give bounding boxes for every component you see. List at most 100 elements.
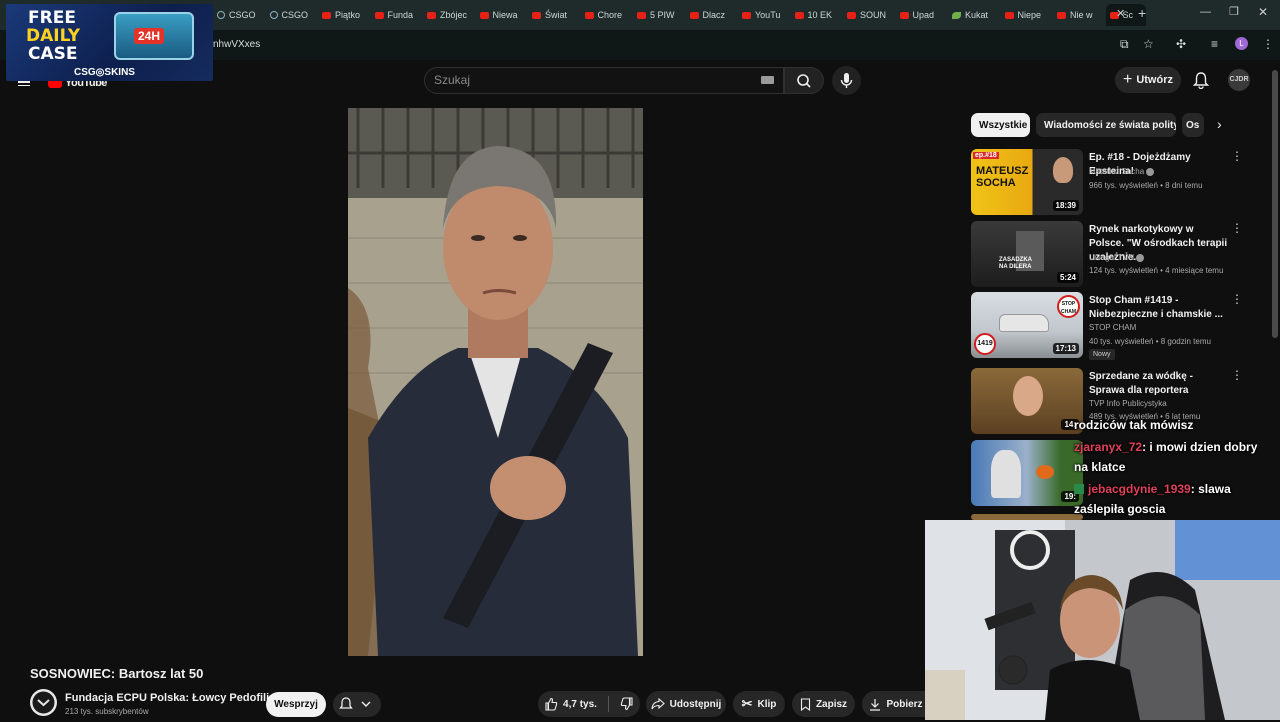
browser-tab[interactable]: Nie w: [1053, 4, 1105, 26]
browser-tab[interactable]: Kukat: [948, 4, 1000, 26]
share-button[interactable]: Udostępnij: [646, 691, 726, 717]
browser-tab[interactable]: Funda: [371, 4, 423, 26]
plus-icon: +: [1122, 71, 1133, 88]
browser-tab[interactable]: YouTu: [738, 4, 790, 26]
keyboard-icon[interactable]: [761, 76, 774, 84]
youtube-favicon-icon: [637, 11, 646, 19]
verified-icon: [1146, 167, 1155, 176]
recommendation-meta: 40 tys. wyświetleń • 8 godzin temu: [1089, 337, 1211, 346]
browser-tab[interactable]: CSGO: [266, 4, 318, 26]
download-icon: [870, 698, 881, 711]
channel-avatar[interactable]: [30, 689, 57, 716]
leaf-favicon-icon: [952, 11, 961, 19]
close-window-icon[interactable]: ✕: [1258, 5, 1268, 19]
ad-brand: CSG◎SKINS: [74, 67, 135, 78]
recommendation-item[interactable]: ZASADZKA NA DILERA 5:24 Rynek narkotykow…: [971, 221, 1261, 287]
recommendation-item[interactable]: ep.#18 MATEUSZ SOCHA 18:39 Ep. #18 - Doj…: [971, 149, 1261, 215]
subscription-bell-button[interactable]: [333, 692, 381, 717]
chat-message: : i mowi dzien dobry: [1142, 440, 1258, 454]
youtube-favicon-icon: [899, 11, 909, 19]
install-app-icon[interactable]: ⧉: [1120, 37, 1129, 52]
create-button[interactable]: + Utwórz: [1115, 67, 1181, 93]
close-tab-icon[interactable]: ✕: [1116, 7, 1125, 20]
recommendation-meta: 124 tys. wyświetleń • 4 miesiące temu: [1089, 266, 1224, 275]
youtube-favicon-icon: [427, 11, 436, 19]
browser-tab[interactable]: Niewa: [476, 4, 528, 26]
channel-logo-icon: [32, 691, 55, 714]
video-thumbnail[interactable]: ZASADZKA NA DILERA 5:24: [971, 221, 1083, 287]
browser-tab[interactable]: 5 PIW: [633, 4, 685, 26]
browser-tab[interactable]: SOUN: [843, 4, 895, 26]
browser-tab[interactable]: Dlacz: [686, 4, 738, 26]
chip-all[interactable]: Wszystkie: [971, 113, 1030, 137]
youtube-favicon-icon: [794, 11, 804, 19]
page-scrollbar[interactable]: [1272, 70, 1278, 338]
recommendation-title[interactable]: Stop Cham #1419 - Niebezpieczne i chamsk…: [1089, 294, 1229, 322]
search-input[interactable]: [424, 67, 784, 94]
thumb-text: ZASADZKA NA DILERA: [999, 257, 1032, 270]
video-player[interactable]: [348, 108, 643, 656]
like-button[interactable]: 4,7 tys.: [538, 691, 640, 717]
tab-label: CSGO: [229, 10, 256, 20]
browser-tab[interactable]: Zbójec: [423, 4, 475, 26]
globe-favicon-icon: [217, 11, 225, 19]
more-actions-icon[interactable]: ⋮: [1231, 222, 1243, 234]
tab-label: Niewa: [492, 10, 518, 20]
youtube-favicon-icon: [847, 11, 856, 19]
more-actions-icon[interactable]: ⋮: [1231, 293, 1243, 305]
chat-line: rodziców tak mówisz: [1074, 418, 1193, 432]
channel-label[interactable]: STOP CHAM: [1089, 323, 1136, 332]
browser-tab[interactable]: Upad: [896, 4, 948, 26]
browser-tab[interactable]: CSGO: [213, 4, 265, 26]
thumb-person: [1013, 376, 1043, 416]
download-button[interactable]: Pobierz: [862, 691, 930, 717]
browser-tab[interactable]: Piątko: [318, 4, 370, 26]
profile-avatar[interactable]: L: [1235, 37, 1248, 50]
thumbs-down-icon[interactable]: [620, 697, 634, 711]
browser-tab[interactable]: Świat: [528, 4, 580, 26]
tab-label: 5 PIW: [650, 10, 675, 20]
tab-label: Dlacz: [702, 10, 726, 20]
notifications-bell-icon[interactable]: [1193, 72, 1209, 89]
more-actions-icon[interactable]: ⋮: [1231, 369, 1243, 381]
minimize-icon[interactable]: —: [1200, 6, 1211, 18]
maximize-icon[interactable]: ❐: [1229, 5, 1239, 18]
webcam-frame: [925, 520, 1280, 720]
chip-politics-news[interactable]: Wiadomości ze świata polityki: [1036, 113, 1176, 137]
chevron-right-icon[interactable]: ›: [1217, 116, 1222, 132]
browser-tab[interactable]: Chore: [581, 4, 633, 26]
chip-more[interactable]: Os: [1182, 113, 1204, 137]
url-text[interactable]: nhwVXxes: [213, 39, 260, 50]
save-button[interactable]: Zapisz: [792, 691, 855, 717]
video-thumbnail[interactable]: 1419 STOP CHAM 17:13: [971, 292, 1083, 358]
browser-tab[interactable]: Niepe: [1001, 4, 1053, 26]
extensions-icon[interactable]: ✣: [1176, 37, 1186, 51]
more-actions-icon[interactable]: ⋮: [1231, 150, 1243, 162]
voice-search-button[interactable]: [832, 66, 861, 95]
search-button[interactable]: [784, 67, 824, 94]
recommendation-title[interactable]: Sprzedane za wódkę - Sprawa dla reporter…: [1089, 370, 1229, 398]
channel-label[interactable]: Uwaga! TVN: [1089, 253, 1134, 262]
globe-favicon-icon: [269, 11, 278, 19]
youtube-favicon-icon: [479, 11, 489, 19]
recommendation-channel: TVP Info Publicystyka: [1089, 399, 1167, 408]
clip-button[interactable]: ✂ Klip: [733, 691, 785, 717]
recommendation-item[interactable]: 1419 STOP CHAM 17:13 Stop Cham #1419 - N…: [971, 292, 1261, 360]
video-thumbnail[interactable]: ep.#18 MATEUSZ SOCHA 18:39: [971, 149, 1083, 215]
new-tab-icon[interactable]: +: [1138, 5, 1146, 21]
ad-line3: CASE: [28, 44, 78, 64]
account-avatar[interactable]: CJDR: [1228, 69, 1250, 91]
csgoskins-ad-overlay[interactable]: FREE DAILY CASE 24H CSG◎SKINS: [6, 4, 213, 81]
media-controls-icon[interactable]: ≡: [1211, 37, 1218, 51]
case-image: 24H: [114, 12, 194, 60]
support-button[interactable]: Wesprzyj: [266, 692, 326, 717]
recommendation-channel: Uwaga! TVN: [1089, 253, 1145, 262]
ad-line1: FREE: [28, 8, 76, 28]
share-label: Udostępnij: [669, 698, 722, 710]
bookmark-star-icon[interactable]: ☆: [1143, 37, 1154, 51]
channel-name[interactable]: Fundacja ECPU Polska: Łowcy Pedofili: [65, 692, 269, 704]
browser-tab[interactable]: 10 EK: [791, 4, 843, 26]
channel-label[interactable]: TVP Info Publicystyka: [1089, 399, 1167, 408]
browser-menu-icon[interactable]: ⋮: [1262, 37, 1274, 51]
channel-label[interactable]: Mateusz Socha: [1089, 167, 1144, 176]
